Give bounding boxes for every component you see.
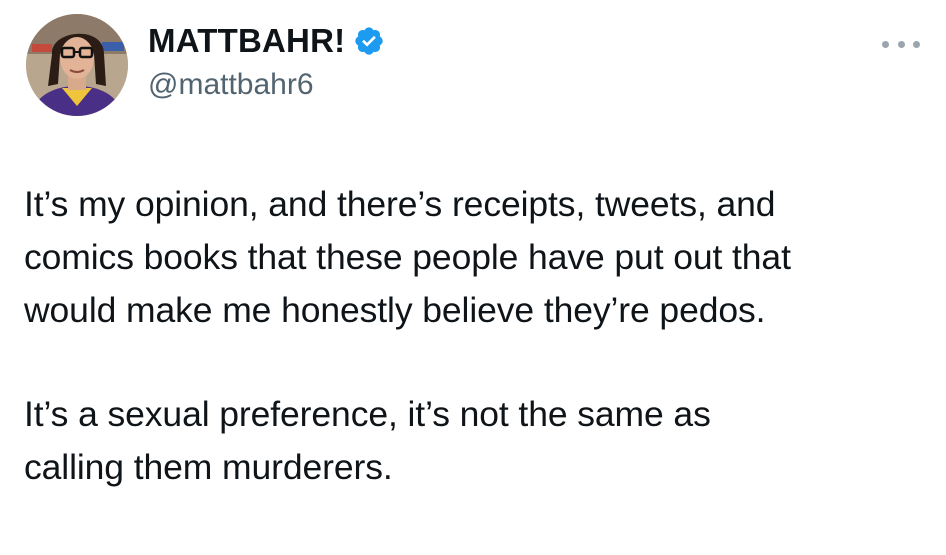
dot-icon xyxy=(913,40,920,48)
more-options-icon[interactable] xyxy=(882,36,920,52)
avatar-image xyxy=(26,14,128,116)
dot-icon xyxy=(897,40,905,48)
verified-badge-icon[interactable] xyxy=(353,25,385,57)
dot-icon xyxy=(882,40,889,48)
author-display-name[interactable]: MATTBAHR! xyxy=(148,24,345,57)
author-handle[interactable]: @mattbahr6 xyxy=(148,70,314,100)
avatar[interactable] xyxy=(26,14,128,116)
tweet-text: It’s my opinion, and there’s receipts, t… xyxy=(24,178,929,494)
tweet-paragraph: It’s a sexual preference, it’s not the s… xyxy=(24,394,711,487)
tweet-card: MATTBAHR! @mattbahr6 It’s my opinion, an… xyxy=(0,0,946,555)
tweet-paragraph: It’s my opinion, and there’s receipts, t… xyxy=(24,184,791,330)
author-name-row: MATTBAHR! xyxy=(148,24,385,57)
